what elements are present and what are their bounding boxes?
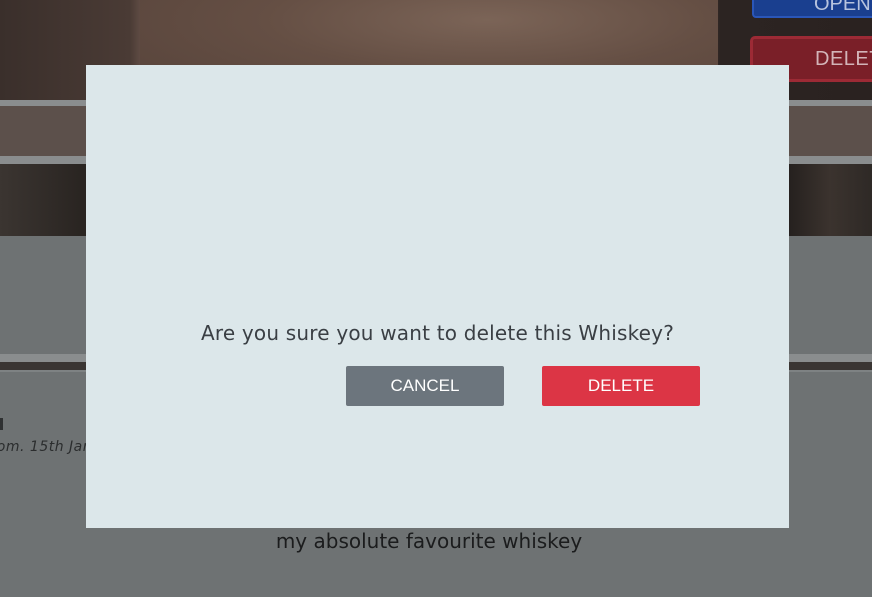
- whiskey-note: my absolute favourite whiskey: [275, 529, 583, 553]
- delete-button[interactable]: DELETE: [542, 366, 700, 406]
- whiskey-date: From. 15th January: [0, 439, 88, 455]
- whiskey-date-text: From. 15th January: [0, 439, 88, 455]
- background-open-button-label: OPEN: [814, 0, 871, 15]
- modal-message: Are you sure you want to delete this Whi…: [200, 321, 675, 345]
- delete-confirmation-modal: Are you sure you want to delete this Whi…: [86, 65, 789, 528]
- background-delete-button-label: DELETE: [815, 48, 872, 70]
- cancel-button[interactable]: CANCEL: [346, 366, 504, 406]
- text-fragment: [0, 418, 3, 430]
- background-open-button: OPEN: [752, 0, 872, 18]
